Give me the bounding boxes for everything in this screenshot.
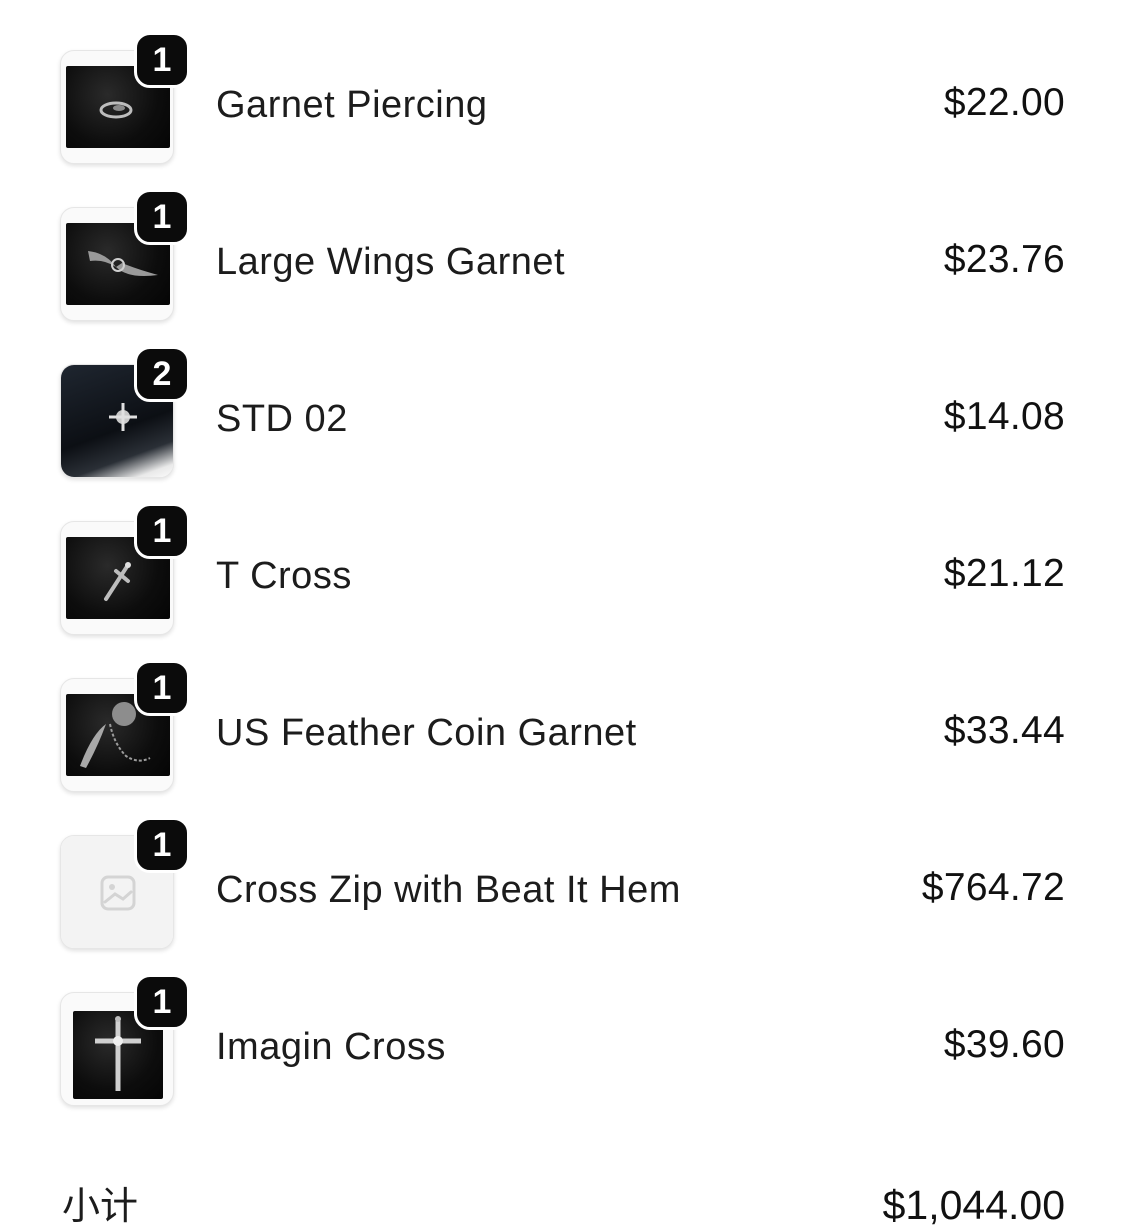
quantity-badge: 1 — [134, 974, 190, 1030]
quantity-badge: 1 — [134, 660, 190, 716]
product-thumbnail: 1 — [60, 503, 190, 635]
product-thumbnail: 1 — [60, 189, 190, 321]
product-price: $33.44 — [943, 709, 1065, 752]
product-price: $23.76 — [943, 238, 1065, 281]
line-item: 1 Garnet Piercing $22.00 — [0, 25, 1125, 182]
line-item: 2 STD 02 $14.08 — [0, 339, 1125, 496]
product-title: T Cross — [216, 555, 352, 597]
product-title: Garnet Piercing — [216, 84, 488, 126]
subtotal-label: 小计 — [62, 1184, 139, 1228]
product-thumbnail: 1 — [60, 974, 190, 1106]
quantity-badge: 1 — [134, 503, 190, 559]
product-price: $39.60 — [943, 1023, 1065, 1066]
order-summary-list: 1 Garnet Piercing $22.00 1 Large Wings G… — [0, 25, 1125, 1124]
product-title: Imagin Cross — [216, 1026, 446, 1068]
product-thumbnail: 1 — [60, 660, 190, 792]
product-price: $764.72 — [921, 866, 1065, 909]
line-item: 1 Large Wings Garnet $23.76 — [0, 182, 1125, 339]
subtotal-row: 小计 $1,044.00 — [0, 1178, 1125, 1232]
quantity-badge: 2 — [134, 346, 190, 402]
product-thumbnail: 1 — [60, 817, 190, 949]
product-title: US Feather Coin Garnet — [216, 712, 637, 754]
product-price: $21.12 — [943, 552, 1065, 595]
quantity-badge: 1 — [134, 32, 190, 88]
product-title: STD 02 — [216, 398, 348, 440]
product-title: Cross Zip with Beat It Hem — [216, 869, 681, 911]
product-price: $14.08 — [943, 395, 1065, 438]
product-thumbnail: 2 — [60, 346, 190, 478]
line-item: 1 Cross Zip with Beat It Hem $764.72 — [0, 810, 1125, 967]
product-price: $22.00 — [943, 81, 1065, 124]
quantity-badge: 1 — [134, 189, 190, 245]
product-title: Large Wings Garnet — [216, 241, 566, 283]
quantity-badge: 1 — [134, 817, 190, 873]
subtotal-value: $1,044.00 — [882, 1182, 1065, 1228]
line-item: 1 T Cross $21.12 — [0, 496, 1125, 653]
line-item: 1 US Feather Coin Garnet $33.44 — [0, 653, 1125, 810]
product-thumbnail: 1 — [60, 32, 190, 164]
line-item: 1 Imagin Cross $39.60 — [0, 967, 1125, 1124]
